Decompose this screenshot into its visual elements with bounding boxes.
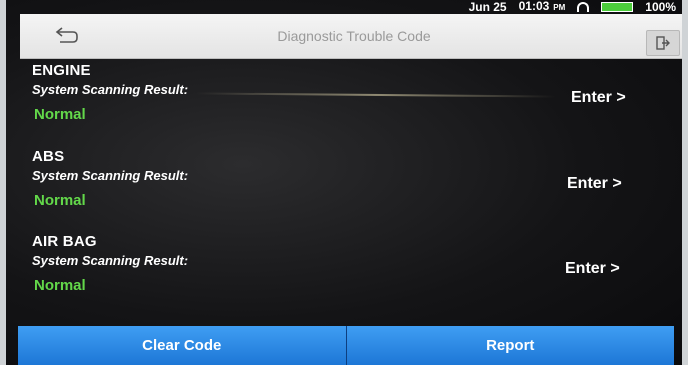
system-name: ABS bbox=[32, 148, 65, 165]
system-row-abs: ABS System Scanning Result: Normal Enter… bbox=[32, 148, 662, 228]
screen: Jun 25 01:03 PM 100% Diagnostic Trouble … bbox=[6, 0, 682, 365]
system-row-engine: ENGINE System Scanning Result: Normal En… bbox=[32, 62, 662, 142]
system-name: ENGINE bbox=[32, 62, 91, 79]
status-date: Jun 25 bbox=[468, 0, 507, 14]
status-time: 01:03 bbox=[518, 0, 550, 13]
system-row-airbag: AIR BAG System Scanning Result: Normal E… bbox=[32, 233, 662, 313]
battery-level: 100% bbox=[645, 0, 676, 14]
status-ampm: PM bbox=[553, 3, 566, 12]
enter-button-abs[interactable]: Enter > bbox=[567, 175, 622, 193]
status-time-group: 01:03 PM bbox=[519, 0, 566, 14]
page-title: Diagnostic Trouble Code bbox=[277, 28, 431, 44]
bottom-action-bar: Clear Code Report bbox=[18, 326, 674, 365]
status-bar: Jun 25 01:03 PM 100% bbox=[376, 0, 682, 14]
system-name: AIR BAG bbox=[32, 233, 97, 250]
enter-button-engine[interactable]: Enter > bbox=[571, 89, 626, 107]
wifi-icon bbox=[577, 2, 590, 12]
system-status: Normal bbox=[34, 277, 86, 294]
system-result-label: System Scanning Result: bbox=[32, 82, 189, 97]
system-result-label: System Scanning Result: bbox=[32, 168, 189, 183]
exit-button[interactable] bbox=[646, 30, 680, 56]
report-button[interactable]: Report bbox=[346, 326, 674, 365]
enter-button-airbag[interactable]: Enter > bbox=[565, 260, 620, 278]
system-status: Normal bbox=[34, 192, 86, 209]
exit-icon bbox=[656, 36, 670, 50]
battery-icon bbox=[601, 2, 634, 12]
device-frame: Jun 25 01:03 PM 100% Diagnostic Trouble … bbox=[0, 0, 688, 365]
system-status: Normal bbox=[34, 106, 86, 123]
clear-code-button[interactable]: Clear Code bbox=[18, 326, 346, 365]
system-result-label: System Scanning Result: bbox=[32, 253, 189, 268]
header-bar: Diagnostic Trouble Code bbox=[20, 14, 682, 59]
